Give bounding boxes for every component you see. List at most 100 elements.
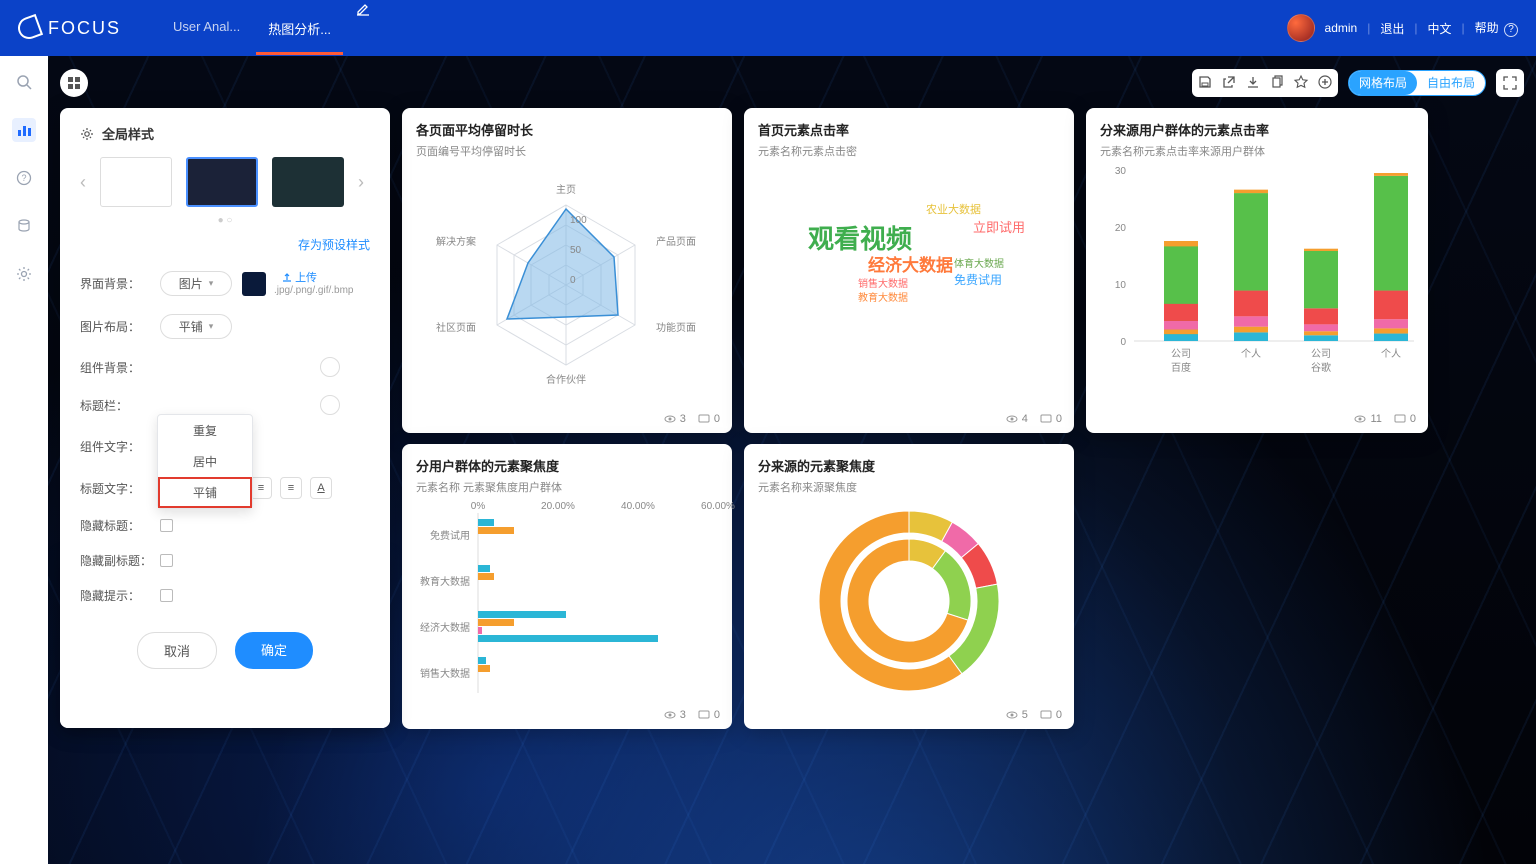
question-icon: ? bbox=[16, 170, 32, 186]
upload-icon bbox=[282, 272, 292, 282]
theme-option-dark-blue[interactable] bbox=[186, 157, 258, 207]
row-hide-subtitle: 隐藏副标题： bbox=[80, 552, 370, 569]
option-tile[interactable]: 平铺 bbox=[158, 477, 252, 508]
avatar[interactable] bbox=[1287, 14, 1315, 42]
sidebar-settings[interactable] bbox=[12, 262, 36, 286]
grid-icon bbox=[67, 76, 81, 90]
color-picker-component-bg[interactable] bbox=[320, 357, 340, 377]
eye-icon bbox=[664, 413, 676, 425]
svg-text:0%: 0% bbox=[471, 501, 486, 512]
share-icon bbox=[1222, 75, 1236, 89]
eye-icon bbox=[1354, 413, 1366, 425]
card-horizontal-bars: 分用户群体的元素聚焦度 元素名称 元素聚焦度用户群体 0% 20.00% 40.… bbox=[402, 444, 732, 729]
topnav-edit-button[interactable] bbox=[347, 1, 379, 55]
logout-link[interactable]: 退出 bbox=[1380, 20, 1404, 37]
global-style-panel: 全局样式 ‹ › ● ○ 存为预设样式 界面背景： 图片▾ 上传 .jpg/.p… bbox=[60, 108, 390, 728]
views-count: 4 bbox=[1006, 413, 1028, 425]
hbar-chart: 0% 20.00% 40.00% 60.00% 免费试用 教育大数据 经济大数据… bbox=[416, 495, 726, 705]
layout-grid[interactable]: 网格布局 bbox=[1349, 71, 1417, 95]
card-subtitle: 元素名称来源聚焦度 bbox=[758, 479, 1060, 495]
topnav-heatmap[interactable]: 热图分析... bbox=[256, 1, 343, 55]
favorite-button[interactable] bbox=[1294, 75, 1308, 92]
option-repeat[interactable]: 重复 bbox=[158, 415, 252, 446]
checkbox-hide-title[interactable] bbox=[160, 519, 173, 532]
label-component-text: 组件文字： bbox=[80, 438, 152, 455]
svg-text:100: 100 bbox=[570, 215, 587, 226]
canvas-toolbar: 网格布局 自由布局 bbox=[60, 66, 1524, 100]
label-title-text: 标题文字： bbox=[80, 480, 152, 497]
theme-pagination: ● ○ bbox=[80, 215, 370, 226]
comments-count: 0 bbox=[1040, 709, 1062, 721]
row-component-bg: 组件背景： bbox=[80, 357, 370, 377]
comments-count: 0 bbox=[698, 709, 720, 721]
svg-text:?: ? bbox=[21, 173, 26, 183]
card-subtitle: 元素名称元素点击率来源用户群体 bbox=[1100, 143, 1414, 159]
align-right-button[interactable]: ≡ bbox=[280, 477, 302, 499]
row-hide-title: 隐藏标题： bbox=[80, 517, 370, 534]
gear-icon bbox=[16, 266, 32, 282]
toolbar-right: 网格布局 自由布局 bbox=[1192, 69, 1524, 97]
eye-icon bbox=[1006, 413, 1018, 425]
top-bar: FOCUS User Anal... 热图分析... admin | 退出 | … bbox=[0, 0, 1536, 56]
card-title: 分用户群体的元素聚焦度 bbox=[416, 456, 718, 475]
donut-chart bbox=[799, 499, 1019, 704]
checkbox-hide-tip[interactable] bbox=[160, 589, 173, 602]
layout-free[interactable]: 自由布局 bbox=[1417, 71, 1485, 95]
color-picker-titlebar[interactable] bbox=[320, 395, 340, 415]
option-center[interactable]: 居中 bbox=[158, 446, 252, 477]
label-hide-tip: 隐藏提示： bbox=[80, 587, 152, 604]
save-preset-link[interactable]: 存为预设样式 bbox=[80, 236, 370, 253]
card-subtitle: 元素名称 元素聚焦度用户群体 bbox=[416, 479, 718, 495]
card-title: 分来源的元素聚焦度 bbox=[758, 456, 1060, 475]
align-center-button[interactable]: ≡ bbox=[250, 477, 272, 499]
svg-text:公司: 公司 bbox=[1171, 349, 1191, 360]
radar-chart: 主页 产品页面 功能页面 合作伙伴 社区页面 解决方案 100 50 0 bbox=[416, 165, 718, 395]
checkbox-hide-subtitle[interactable] bbox=[160, 554, 173, 567]
comments-count: 0 bbox=[1040, 413, 1062, 425]
label-hide-title: 隐藏标题： bbox=[80, 517, 152, 534]
copy-button[interactable] bbox=[1270, 75, 1284, 92]
sidebar-dashboard[interactable] bbox=[12, 118, 36, 142]
card-subtitle: 页面编号平均停留时长 bbox=[416, 143, 718, 159]
cancel-button[interactable]: 取消 bbox=[137, 632, 217, 669]
fullscreen-button[interactable] bbox=[1496, 69, 1524, 97]
theme-option-dark-teal[interactable] bbox=[272, 157, 344, 207]
cloud-word: 免费试用 bbox=[954, 271, 1002, 288]
sidebar-data[interactable] bbox=[12, 214, 36, 238]
help-link[interactable]: 帮助 ? bbox=[1475, 19, 1518, 37]
row-image-layout: 图片布局： 平铺▾ bbox=[80, 314, 370, 339]
svg-text:销售大数据: 销售大数据 bbox=[420, 667, 470, 680]
comment-icon bbox=[1394, 413, 1406, 425]
card-subtitle: 元素名称元素点击密 bbox=[758, 143, 1060, 159]
sidebar-help[interactable]: ? bbox=[12, 166, 36, 190]
theme-option-light[interactable] bbox=[100, 157, 172, 207]
topnav-user-anal[interactable]: User Anal... bbox=[161, 1, 252, 55]
theme-next[interactable]: › bbox=[358, 172, 364, 193]
top-right: admin | 退出 | 中文 | 帮助 ? bbox=[1287, 14, 1518, 42]
save-button[interactable] bbox=[1198, 75, 1212, 92]
font-color-button[interactable]: A bbox=[310, 477, 332, 499]
bg-thumbnail[interactable] bbox=[242, 272, 266, 296]
svg-text:经济大数据: 经济大数据 bbox=[420, 621, 470, 634]
row-titlebar: 标题栏： bbox=[80, 395, 370, 415]
upload-block[interactable]: 上传 .jpg/.png/.gif/.bmp bbox=[274, 272, 354, 296]
select-image-layout[interactable]: 平铺▾ bbox=[160, 314, 232, 339]
share-button[interactable] bbox=[1222, 75, 1236, 92]
label-interface-bg: 界面背景： bbox=[80, 275, 152, 292]
theme-prev[interactable]: ‹ bbox=[80, 172, 86, 193]
svg-text:20: 20 bbox=[1115, 223, 1127, 234]
style-panel-title: 全局样式 bbox=[102, 124, 154, 143]
image-layout-dropdown: 重复 居中 平铺 bbox=[157, 414, 253, 509]
style-panel-toggle[interactable] bbox=[60, 69, 88, 97]
export-button[interactable] bbox=[1246, 75, 1260, 92]
card-donut: 分来源的元素聚焦度 元素名称来源聚焦度 5 0 bbox=[744, 444, 1074, 729]
ok-button[interactable]: 确定 bbox=[235, 632, 313, 669]
svg-text:解决方案: 解决方案 bbox=[436, 235, 476, 248]
card-footer: 3 0 bbox=[664, 709, 720, 721]
select-bg-type[interactable]: 图片▾ bbox=[160, 271, 232, 296]
svg-text:60.00%: 60.00% bbox=[701, 501, 735, 512]
sidebar-search[interactable] bbox=[12, 70, 36, 94]
language-link[interactable]: 中文 bbox=[1428, 20, 1452, 37]
username[interactable]: admin bbox=[1325, 21, 1358, 35]
add-button[interactable] bbox=[1318, 75, 1332, 92]
